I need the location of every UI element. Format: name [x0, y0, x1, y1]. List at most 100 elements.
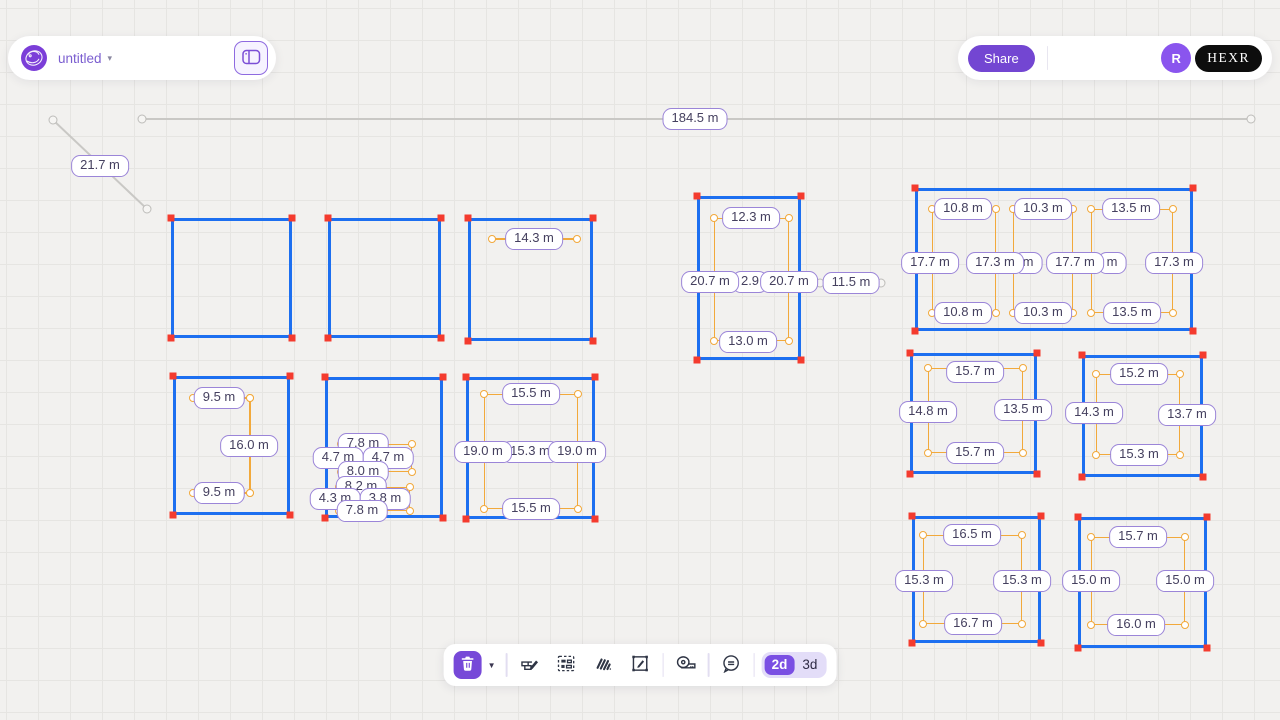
corner-handle[interactable]	[325, 335, 332, 342]
delete-options-caret[interactable]: ▼	[485, 650, 499, 680]
measure-label[interactable]: 184.5 m	[663, 108, 728, 130]
drawing-canvas[interactable]: 14.3 m12.3 m2.920.7 m20.7 m13.0 m10.8 m1…	[0, 0, 1280, 720]
corner-handle[interactable]	[1034, 471, 1041, 478]
corner-handle[interactable]	[465, 215, 472, 222]
measure-label[interactable]: 14.8 m	[899, 401, 957, 423]
corner-handle[interactable]	[289, 215, 296, 222]
measure-label[interactable]: 15.3 m	[1110, 444, 1168, 466]
sidebar-toggle-button[interactable]	[234, 41, 268, 75]
measure-label[interactable]: 19.0 m	[548, 441, 606, 463]
measure-label[interactable]: 17.3 m	[1145, 252, 1203, 274]
measure-label[interactable]: 14.3 m	[505, 228, 563, 250]
corner-handle[interactable]	[1038, 513, 1045, 520]
corner-handle[interactable]	[440, 374, 447, 381]
measure-label[interactable]: 13.7 m	[1158, 404, 1216, 426]
corner-handle[interactable]	[592, 516, 599, 523]
draw-walls-button[interactable]	[514, 650, 544, 680]
measure-label[interactable]: 15.2 m	[1110, 363, 1168, 385]
corner-handle[interactable]	[1038, 640, 1045, 647]
measure-label[interactable]: 20.7 m	[681, 271, 739, 293]
measure-label[interactable]: 10.3 m	[1014, 198, 1072, 220]
corner-handle[interactable]	[1034, 350, 1041, 357]
measure-label[interactable]: 13.5 m	[1103, 302, 1161, 324]
measure-label[interactable]: 21.7 m	[71, 155, 129, 177]
measure-label[interactable]: 12.3 m	[722, 207, 780, 229]
corner-handle[interactable]	[694, 193, 701, 200]
corner-handle[interactable]	[798, 193, 805, 200]
measure-label[interactable]: 17.7 m	[1046, 252, 1104, 274]
corner-handle[interactable]	[1190, 328, 1197, 335]
corner-handle[interactable]	[168, 335, 175, 342]
corner-handle[interactable]	[694, 357, 701, 364]
document-title[interactable]: untitled	[58, 51, 102, 66]
corner-handle[interactable]	[1200, 352, 1207, 359]
corner-handle[interactable]	[1075, 514, 1082, 521]
corner-handle[interactable]	[907, 471, 914, 478]
measure-label[interactable]: 15.7 m	[1109, 526, 1167, 548]
measure-label[interactable]: 9.5 m	[194, 387, 245, 409]
view-2d-button[interactable]: 2d	[765, 655, 795, 675]
corner-handle[interactable]	[907, 350, 914, 357]
view-3d-button[interactable]: 3d	[796, 655, 823, 675]
measure-label[interactable]: 9.5 m	[194, 482, 245, 504]
corner-handle[interactable]	[1190, 185, 1197, 192]
measure-label[interactable]: 13.5 m	[1102, 198, 1160, 220]
measure-button[interactable]	[671, 650, 701, 680]
corner-handle[interactable]	[592, 374, 599, 381]
corner-handle[interactable]	[463, 374, 470, 381]
measure-label[interactable]: 15.5 m	[502, 498, 560, 520]
corner-handle[interactable]	[590, 338, 597, 345]
measure-label[interactable]: 19.0 m	[454, 441, 512, 463]
corner-handle[interactable]	[322, 374, 329, 381]
corner-handle[interactable]	[1075, 645, 1082, 652]
corner-handle[interactable]	[590, 215, 597, 222]
corner-handle[interactable]	[1079, 474, 1086, 481]
corner-handle[interactable]	[438, 335, 445, 342]
measure-label[interactable]: 13.0 m	[719, 331, 777, 353]
furniture-button[interactable]	[551, 650, 581, 680]
measure-label[interactable]: 10.8 m	[934, 198, 992, 220]
corner-handle[interactable]	[463, 516, 470, 523]
corner-handle[interactable]	[909, 640, 916, 647]
chevron-down-icon[interactable]: ▾	[108, 53, 113, 64]
corner-handle[interactable]	[287, 512, 294, 519]
corner-handle[interactable]	[1200, 474, 1207, 481]
corner-handle[interactable]	[798, 357, 805, 364]
measure-label[interactable]: 15.5 m	[502, 383, 560, 405]
measure-label[interactable]: 16.0 m	[1107, 614, 1165, 636]
measure-label[interactable]: 17.7 m	[901, 252, 959, 274]
measure-label[interactable]: 10.8 m	[934, 302, 992, 324]
surface-button[interactable]	[588, 650, 618, 680]
measure-label[interactable]: 15.3 m	[895, 570, 953, 592]
corner-handle[interactable]	[287, 373, 294, 380]
measure-label[interactable]: 15.0 m	[1062, 570, 1120, 592]
measure-label[interactable]: 15.0 m	[1156, 570, 1214, 592]
measure-label[interactable]: 17.3 m	[966, 252, 1024, 274]
corner-handle[interactable]	[322, 515, 329, 522]
annotate-button[interactable]	[625, 650, 655, 680]
measure-label[interactable]: 20.7 m	[760, 271, 818, 293]
corner-handle[interactable]	[289, 335, 296, 342]
measure-label[interactable]: 7.8 m	[337, 500, 388, 522]
measure-label[interactable]: 13.5 m	[994, 399, 1052, 421]
measure-label[interactable]: 10.3 m	[1014, 302, 1072, 324]
measure-label[interactable]: 16.7 m	[944, 613, 1002, 635]
corner-handle[interactable]	[170, 512, 177, 519]
corner-handle[interactable]	[909, 513, 916, 520]
user-avatar[interactable]: R	[1161, 43, 1191, 73]
corner-handle[interactable]	[1204, 514, 1211, 521]
corner-handle[interactable]	[912, 328, 919, 335]
measure-label[interactable]: 11.5 m	[823, 272, 880, 294]
corner-handle[interactable]	[465, 338, 472, 345]
room-outline[interactable]	[328, 218, 441, 338]
share-button[interactable]: Share	[968, 45, 1035, 72]
measure-label[interactable]: 15.7 m	[946, 442, 1004, 464]
corner-handle[interactable]	[168, 215, 175, 222]
measure-label[interactable]: 16.0 m	[220, 435, 278, 457]
corner-handle[interactable]	[438, 215, 445, 222]
corner-handle[interactable]	[1079, 352, 1086, 359]
corner-handle[interactable]	[912, 185, 919, 192]
comments-button[interactable]	[716, 650, 746, 680]
corner-handle[interactable]	[440, 515, 447, 522]
measure-label[interactable]: 16.5 m	[943, 524, 1001, 546]
